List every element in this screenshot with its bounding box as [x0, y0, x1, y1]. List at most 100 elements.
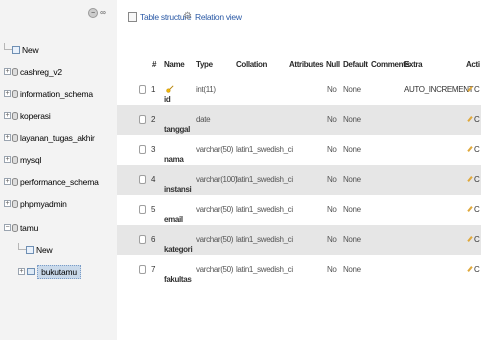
header-type: Type	[196, 60, 213, 69]
row-checkbox[interactable]	[139, 85, 146, 94]
new-icon	[26, 245, 34, 254]
database-icon	[12, 67, 18, 76]
column-null: No	[327, 115, 337, 124]
database-icon	[12, 223, 18, 232]
column-number: 3	[151, 145, 156, 154]
database-icon	[12, 133, 18, 142]
tree-item[interactable]: − tamu	[0, 218, 117, 238]
expand-icon[interactable]: +	[4, 134, 11, 142]
header-extra: Extra	[404, 60, 423, 69]
tree-item-label: performance_schema	[20, 177, 99, 187]
tab-table-structure[interactable]: Table structure	[128, 9, 192, 25]
column-collation: latin1_swedish_ci	[236, 235, 293, 244]
table-structure-icon	[128, 11, 137, 22]
header-collation: Collation	[236, 60, 268, 69]
collapse-icon[interactable]: −	[4, 224, 11, 232]
change-column-link[interactable]: C	[467, 145, 480, 154]
tree-item[interactable]: + mysql	[0, 150, 117, 170]
tree-item[interactable]: + phpmyadmin	[0, 194, 117, 214]
column-type: varchar(50)	[196, 265, 234, 274]
table-icon	[27, 268, 36, 276]
row-checkbox[interactable]	[139, 145, 146, 154]
column-default: None	[343, 85, 361, 94]
table-row: 2 tanggal date No None C	[117, 105, 481, 135]
table-row: 1 id int(11) No None AUTO_INCREMENT C	[117, 75, 481, 105]
column-number: 1	[151, 85, 156, 94]
table-row: 6 kategori varchar(50) latin1_swedish_ci No N…	[117, 225, 481, 255]
column-collation: latin1_swedish_ci	[236, 145, 293, 154]
column-null: No	[327, 235, 337, 244]
change-column-link[interactable]: C	[467, 175, 480, 184]
row-checkbox[interactable]	[139, 235, 146, 244]
structure-subtabs: Table structure ⚙ Relation view	[117, 0, 481, 28]
header-number: #	[152, 60, 157, 69]
column-name: id	[164, 85, 174, 104]
change-column-link[interactable]: C	[467, 115, 480, 124]
relation-view-icon: ⚙	[183, 10, 192, 22]
column-null: No	[327, 85, 337, 94]
database-icon	[12, 111, 18, 120]
expand-icon[interactable]: +	[4, 90, 11, 98]
expand-icon[interactable]: +	[4, 200, 11, 208]
database-icon	[12, 199, 18, 208]
column-null: No	[327, 145, 337, 154]
tree-item-label: cashreg_v2	[20, 67, 62, 77]
column-default: None	[343, 265, 361, 274]
collapse-all-icon[interactable]: −	[88, 8, 98, 18]
tree-item[interactable]: + koperasi	[0, 106, 117, 126]
column-collation: latin1_swedish_ci	[236, 205, 293, 214]
structure-table-header: # Name Type Collation Attributes Null De…	[117, 55, 481, 75]
tree-item[interactable]: + bukutamu	[0, 262, 117, 282]
row-checkbox[interactable]	[139, 265, 146, 274]
column-type: int(11)	[196, 85, 216, 94]
tree-item[interactable]: + cashreg_v2	[0, 62, 117, 82]
change-column-link[interactable]: C	[467, 85, 480, 94]
tree-item[interactable]: + performance_schema	[0, 172, 117, 192]
row-checkbox[interactable]	[139, 115, 146, 124]
link-with-main-icon[interactable]: ∞	[98, 8, 108, 18]
tree-item[interactable]: New	[0, 240, 117, 260]
column-collation: latin1_swedish_ci	[236, 175, 293, 184]
column-null: No	[327, 205, 337, 214]
table-row: 5 email varchar(50) latin1_swedish_ci No None…	[117, 195, 481, 225]
tree-item[interactable]: + layanan_tugas_akhir	[0, 128, 117, 148]
tab-relation-view[interactable]: ⚙ Relation view	[183, 9, 242, 25]
tab-relation-view-label: Relation view	[195, 12, 242, 22]
change-column-link[interactable]: C	[467, 205, 480, 214]
table-row: 4 instansi varchar(100) latin1_swedish_ci No…	[117, 165, 481, 195]
change-column-link[interactable]: C	[467, 235, 480, 244]
tree-branch-line	[18, 243, 26, 251]
column-number: 4	[151, 175, 156, 184]
column-type: varchar(100)	[196, 175, 238, 184]
navigation-panel: − ∞ New + cashreg_v2 + information_schema + ko…	[0, 0, 117, 340]
tree-item-label: phpmyadmin	[20, 199, 67, 209]
tree-item[interactable]: + information_schema	[0, 84, 117, 104]
change-column-link[interactable]: C	[467, 265, 480, 274]
expand-icon[interactable]: +	[18, 268, 25, 276]
row-checkbox[interactable]	[139, 205, 146, 214]
column-default: None	[343, 145, 361, 154]
column-name-text: kategori	[164, 245, 193, 254]
expand-icon[interactable]: +	[4, 178, 11, 186]
expand-icon[interactable]: +	[4, 156, 11, 164]
expand-icon[interactable]: +	[4, 68, 11, 76]
column-extra: AUTO_INCREMENT	[404, 85, 474, 94]
header-name[interactable]: Name	[164, 60, 185, 69]
expand-icon[interactable]: +	[4, 112, 11, 120]
column-name-text: email	[164, 215, 183, 224]
tree-item-label: New	[22, 45, 39, 55]
column-null: No	[327, 175, 337, 184]
primary-key-icon	[166, 85, 174, 93]
header-default: Default	[343, 60, 368, 69]
row-checkbox[interactable]	[139, 175, 146, 184]
column-name-text: nama	[164, 155, 184, 164]
column-default: None	[343, 205, 361, 214]
tree-item-label: koperasi	[20, 111, 51, 121]
column-number: 2	[151, 115, 156, 124]
tree-item[interactable]: New	[0, 40, 117, 60]
column-type: varchar(50)	[196, 205, 234, 214]
column-type: varchar(50)	[196, 235, 234, 244]
table-row: 7 fakultas varchar(50) latin1_swedish_ci No N…	[117, 255, 481, 285]
new-icon	[12, 45, 20, 54]
main-content: Table structure ⚙ Relation view # Name Ty…	[117, 0, 481, 340]
